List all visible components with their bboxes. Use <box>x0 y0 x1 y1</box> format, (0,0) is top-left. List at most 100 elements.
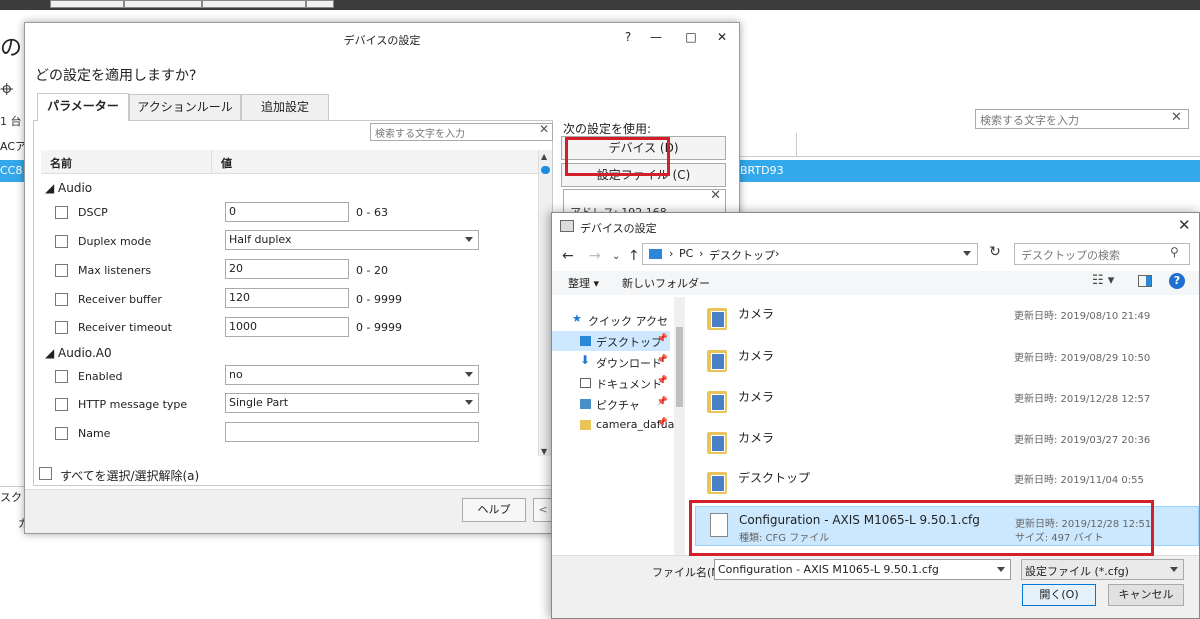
param-checkbox-name[interactable] <box>55 427 68 440</box>
tab-parameters[interactable]: パラメーター <box>37 93 129 121</box>
breadcrumb-chevron[interactable]: › <box>775 247 779 260</box>
folder-icon <box>707 350 727 372</box>
param-select-duplex[interactable]: Half duplex <box>225 230 479 250</box>
new-folder-button[interactable]: 新しいフォルダー <box>622 275 710 291</box>
chevron-down-icon[interactable] <box>963 251 971 256</box>
breadcrumb-pc[interactable]: PC <box>679 247 693 260</box>
parameter-search-input[interactable]: 検索する文字を入力 <box>370 123 553 141</box>
file-row-folder[interactable]: カメラ 更新日時: 2019/03/27 20:36 <box>695 423 1199 463</box>
pin-icon[interactable]: 📌 <box>657 376 668 386</box>
pin-icon[interactable]: 📌 <box>657 418 668 428</box>
pin-icon[interactable]: 📌 <box>657 397 668 407</box>
group-audio[interactable]: ◢ Audio <box>45 181 92 195</box>
tab-action-rules[interactable]: アクションルール <box>129 94 241 120</box>
file-row-folder[interactable]: カメラ 更新日時: 2019/08/29 10:50 <box>695 341 1199 381</box>
select-all-checkbox[interactable] <box>39 467 52 480</box>
grid-scrollbar[interactable]: ▲ ▼ <box>538 150 552 456</box>
breadcrumb-chevron[interactable]: › <box>669 247 673 260</box>
breadcrumb-desktop[interactable]: デスクトップ <box>709 247 775 263</box>
close-icon[interactable]: ✕ <box>711 27 733 47</box>
toolbar-button-3[interactable] <box>202 0 306 8</box>
column-name-header[interactable]: 名前 <box>50 155 72 171</box>
param-checkbox-enabled[interactable] <box>55 370 68 383</box>
help-icon[interactable]: ? <box>1169 273 1185 289</box>
nav-item-pictures[interactable]: ピクチャ 📌 <box>552 394 670 414</box>
recent-locations-icon[interactable]: ⌄ <box>612 251 620 262</box>
view-options-icon[interactable]: ☷ ▾ <box>1092 273 1114 288</box>
file-type-select[interactable]: 設定ファイル (*.cfg) <box>1021 559 1184 580</box>
add-device-icon[interactable]: ⌖ <box>0 75 14 103</box>
breadcrumb-chevron[interactable]: › <box>699 247 703 260</box>
forward-arrow-icon[interactable]: → <box>589 248 601 264</box>
param-label-max-listeners: Max listeners <box>78 264 152 277</box>
file-name: カメラ <box>738 349 775 363</box>
param-select-enabled[interactable]: no <box>225 365 479 385</box>
nav-item-documents[interactable]: ドキュメント 📌 <box>552 373 670 393</box>
refresh-icon[interactable]: ↻ <box>984 244 1006 264</box>
scroll-up-icon[interactable]: ▲ <box>541 152 547 161</box>
nav-item-camera-dafua[interactable]: camera_dafua 📌 <box>552 415 674 435</box>
nav-item-quick-access[interactable]: ★ クイック アクセス <box>552 310 670 344</box>
toolbar-button-2[interactable] <box>124 0 202 8</box>
pc-icon <box>649 249 662 259</box>
param-input-receiver-buffer[interactable]: 120 <box>225 288 349 308</box>
preview-pane-icon[interactable] <box>1138 275 1152 287</box>
chevron-down-icon[interactable] <box>997 567 1005 572</box>
file-row-folder[interactable]: カメラ 更新日時: 2019/08/10 21:49 <box>695 299 1199 339</box>
back-arrow-icon[interactable]: ← <box>562 248 574 264</box>
select-all-label[interactable]: すべてを選択/選択解除(a) <box>60 467 199 484</box>
param-label-receiver-buffer: Receiver buffer <box>78 293 162 306</box>
close-icon[interactable]: ✕ <box>1178 216 1191 234</box>
open-button[interactable]: 開く(O) <box>1022 584 1096 606</box>
search-icon[interactable]: ⚲ <box>1170 245 1179 259</box>
cancel-button[interactable]: キャンセル <box>1108 584 1184 606</box>
param-checkbox-duplex[interactable] <box>55 235 68 248</box>
file-row-folder[interactable]: カメラ 更新日時: 2019/12/28 12:57 <box>695 382 1199 422</box>
up-arrow-icon[interactable]: ↑ <box>628 248 640 264</box>
column-value-header[interactable]: 値 <box>221 155 232 171</box>
file-row-folder[interactable]: デスクトップ 更新日時: 2019/11/04 0:55 <box>695 463 1199 503</box>
clear-search-icon[interactable]: ✕ <box>1171 110 1182 125</box>
chevron-down-icon <box>465 400 473 405</box>
scroll-thumb[interactable] <box>541 166 550 174</box>
help-icon[interactable]: ? <box>617 27 639 47</box>
help-button[interactable]: ヘルプ <box>462 498 526 522</box>
scroll-thumb[interactable] <box>676 327 683 407</box>
clear-filter-icon[interactable]: ✕ <box>539 122 549 136</box>
param-input-receiver-timeout[interactable]: 1000 <box>225 317 349 337</box>
pin-icon[interactable]: 📌 <box>657 355 668 365</box>
param-checkbox-max-listeners[interactable] <box>55 264 68 277</box>
param-input-max-listeners[interactable]: 20 <box>225 259 349 279</box>
param-checkbox-receiver-buffer[interactable] <box>55 293 68 306</box>
maximize-icon[interactable]: □ <box>680 27 702 47</box>
tab-additional-settings[interactable]: 追加設定 <box>241 94 329 120</box>
close-info-icon[interactable]: ✕ <box>710 190 721 203</box>
group-audio-a0[interactable]: ◢ Audio.A0 <box>45 346 112 360</box>
select-value: no <box>229 368 243 381</box>
param-checkbox-http-message-type[interactable] <box>55 398 68 411</box>
toolbar-button-4[interactable] <box>306 0 334 8</box>
param-input-dscp[interactable]: 0 <box>225 202 349 222</box>
minimize-icon[interactable]: — <box>645 27 667 47</box>
back-button[interactable]: < <box>533 498 553 522</box>
param-input-name[interactable] <box>225 422 479 442</box>
param-checkbox-dscp[interactable] <box>55 206 68 219</box>
toolbar-button-1[interactable] <box>50 0 124 8</box>
param-select-http-message-type[interactable]: Single Part <box>225 393 479 413</box>
scroll-down-icon[interactable]: ▼ <box>541 447 547 456</box>
organize-button[interactable]: 整理 ▾ <box>568 275 599 291</box>
nav-item-downloads[interactable]: ⬇ ダウンロード 📌 <box>552 352 670 372</box>
address-bar[interactable]: › PC › デスクトップ › <box>642 243 978 265</box>
nav-item-desktop[interactable]: デスクトップ 📌 <box>552 331 670 351</box>
dialog-question: どの設定を適用しますか? <box>35 68 197 84</box>
desktop-search-input[interactable]: デスクトップの検索 <box>1014 243 1190 265</box>
pin-icon[interactable]: 📌 <box>657 334 668 344</box>
param-checkbox-receiver-timeout[interactable] <box>55 321 68 334</box>
nav-scrollbar[interactable] <box>674 297 685 555</box>
highlight-config-file-button <box>565 137 670 176</box>
app-search-input[interactable]: 検索する文字を入力 <box>975 109 1189 129</box>
param-label-dscp: DSCP <box>78 206 108 219</box>
filename-input[interactable]: Configuration - AXIS M1065-L 9.50.1.cfg <box>714 559 1011 580</box>
bottom-tab-label[interactable]: スク <box>0 489 22 505</box>
select-value: Single Part <box>229 396 289 409</box>
